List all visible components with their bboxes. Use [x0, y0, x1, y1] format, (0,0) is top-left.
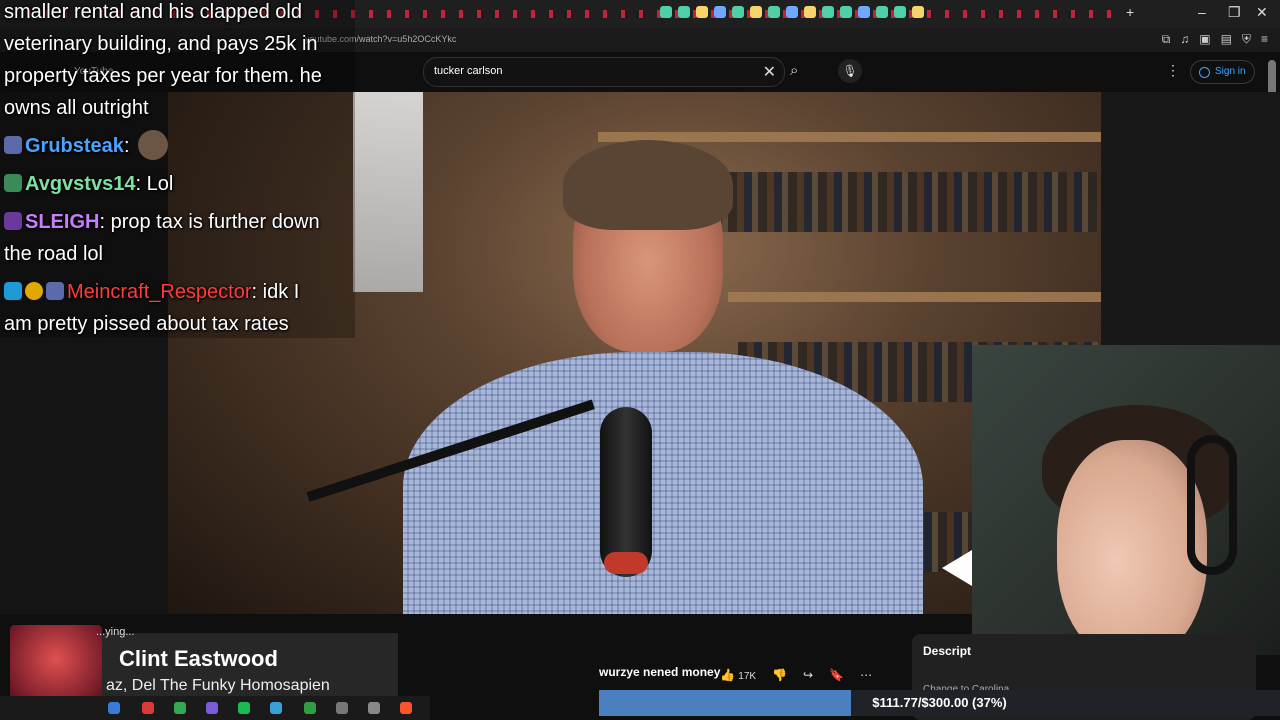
sign-in-label: Sign in	[1215, 66, 1246, 77]
chat-username: Grubsteak	[25, 135, 124, 157]
extension-tab-icons[interactable]	[660, 6, 924, 18]
streamer-webcam	[972, 345, 1280, 655]
taskbar-app-icon[interactable]	[304, 702, 316, 714]
goal-amount: $111.77/$300.00 (37%)	[872, 695, 1007, 710]
music-icon[interactable]: ♫	[1180, 32, 1189, 47]
streamer-face	[1057, 440, 1207, 655]
emote-icon	[137, 130, 168, 160]
chat-line: owns all outright	[4, 97, 149, 119]
chat-overlay: smaller rental and his clapped old veter…	[4, 0, 354, 340]
thumbs-up-icon: 👍	[720, 668, 735, 682]
maximize-button[interactable]: ❐	[1228, 4, 1241, 21]
mic-badge	[604, 552, 648, 574]
host-hair	[563, 140, 733, 230]
subscriber-badge-icon	[4, 174, 22, 192]
taskbar-app-icon[interactable]	[174, 702, 186, 714]
search-icon[interactable]: ⌕	[790, 62, 798, 79]
chat-line: smaller rental and his clapped old	[4, 1, 302, 23]
headset	[1187, 435, 1237, 575]
minimize-button[interactable]: –	[1198, 4, 1206, 20]
window-light	[353, 92, 423, 292]
previous-arrow-icon[interactable]	[942, 550, 972, 586]
subscriber-badge-icon	[4, 136, 22, 154]
song-artist: az, Del The Funky Homosapien	[106, 677, 330, 694]
description-title: Descript	[923, 644, 972, 658]
close-window-button[interactable]: ✕	[1256, 4, 1268, 21]
subscriber-badge-icon	[46, 282, 64, 300]
taskbar-app-icon[interactable]	[270, 702, 282, 714]
chat-line: am pretty pissed about tax rates	[4, 313, 289, 335]
brave-browser-icon[interactable]	[400, 702, 412, 714]
chat-line: veterinary building, and pays 25k in	[4, 33, 318, 55]
chat-username: SLEIGH	[25, 211, 100, 233]
more-options-icon[interactable]: ⋮	[1166, 62, 1180, 79]
chat-message: Avgvstvs14: Lol	[4, 168, 354, 200]
sidebar-icon[interactable]: ▣	[1199, 32, 1210, 47]
search-box[interactable]: tucker carlson ✕	[423, 57, 785, 87]
more-actions-icon[interactable]: ⋯	[860, 668, 872, 682]
like-button[interactable]: 👍 17K	[720, 668, 756, 682]
taskbar-app-icon[interactable]	[206, 702, 218, 714]
chat-message: SLEIGH: prop tax is further down	[4, 206, 354, 238]
menu-icon[interactable]: ≡	[1261, 32, 1268, 47]
sword-badge-icon	[4, 282, 22, 300]
chat-username: Meincraft_Respector	[67, 281, 252, 303]
right-dark-column	[1101, 92, 1280, 352]
new-tab-button[interactable]: +	[1126, 4, 1134, 20]
taskbar-app-icon[interactable]	[368, 702, 380, 714]
subscriber-badge-icon	[4, 212, 22, 230]
taskbar-app-icon[interactable]	[108, 702, 120, 714]
chat-username: Avgvstvs14	[25, 173, 136, 195]
chat-line: the road lol	[4, 243, 103, 265]
save-icon[interactable]: 🔖	[829, 668, 844, 682]
like-count: 17K	[738, 671, 757, 682]
account-icon	[1199, 66, 1210, 78]
extensions-icon[interactable]: ⧉	[1162, 32, 1171, 47]
bookshelf	[728, 292, 1101, 302]
thumbs-down-icon[interactable]: 👎	[772, 668, 787, 682]
goal-message: wurzye nened money	[599, 665, 721, 679]
microphone-icon[interactable]: 🎙	[838, 59, 862, 83]
search-input[interactable]: tucker carlson	[434, 65, 502, 77]
gift-badge-icon	[25, 282, 43, 300]
taskbar-app-icon[interactable]	[142, 702, 154, 714]
bookshelf	[598, 132, 1101, 142]
song-title: Clint Eastwood	[119, 646, 278, 671]
sign-in-button[interactable]: Sign in	[1190, 60, 1255, 84]
now-playing-label: ...ying...	[96, 626, 135, 638]
donation-goal-bar: $111.77/$300.00 (37%)	[599, 690, 1280, 716]
spotify-icon[interactable]	[238, 702, 250, 714]
wallet-icon[interactable]: ▤	[1221, 32, 1232, 47]
chat-message: Grubsteak:	[4, 130, 354, 162]
taskbar-app-icon[interactable]	[336, 702, 348, 714]
chat-message: Meincraft_Respector: idk I	[4, 276, 354, 308]
browser-toolbar-icons: ⧉ ♫ ▣ ▤ ⛨ ≡	[1162, 32, 1268, 47]
shield-icon[interactable]: ⛨	[1242, 32, 1251, 47]
share-icon[interactable]: ↪	[803, 668, 813, 682]
clear-icon[interactable]: ✕	[763, 62, 776, 82]
chat-line: property taxes per year for them. he	[4, 65, 322, 87]
host-shirt	[403, 352, 923, 614]
video-action-bar: 👍 17K 👎 ↪ 🔖 ⋯	[720, 668, 872, 682]
taskbar	[0, 696, 430, 720]
